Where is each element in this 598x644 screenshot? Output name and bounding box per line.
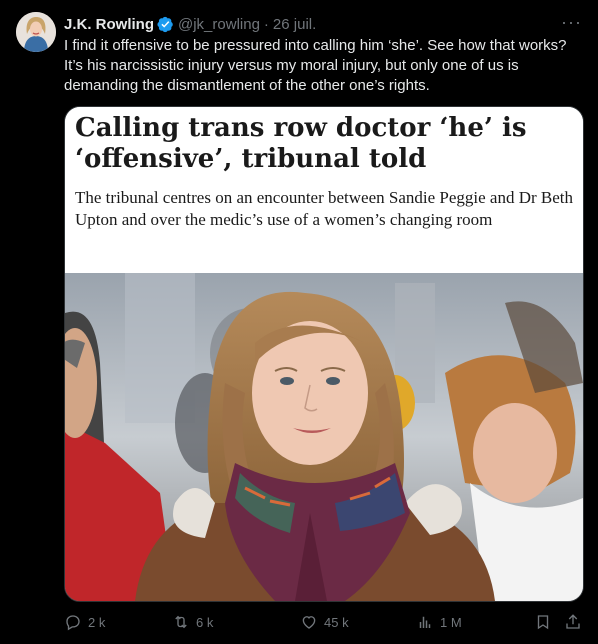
tweet-media-card[interactable]: Calling trans row doctor ‘he’ is ‘offens… (64, 106, 584, 602)
verified-badge-icon (157, 16, 174, 33)
author-handle[interactable]: @jk_rowling (178, 16, 260, 33)
more-icon[interactable]: ··· (561, 13, 582, 31)
bookmark-button[interactable] (534, 613, 558, 631)
share-button[interactable] (564, 613, 588, 631)
views-icon (419, 616, 431, 628)
author-name[interactable]: J.K. Rowling (64, 16, 154, 33)
repost-icon (175, 615, 187, 629)
tweet-date[interactable]: 26 juil. (273, 16, 316, 33)
reply-count: 2 k (88, 614, 106, 630)
article-screenshot: Calling trans row doctor ‘he’ is ‘offens… (65, 107, 583, 273)
repost-button[interactable]: 6 k (172, 613, 213, 631)
avatar[interactable] (16, 12, 56, 52)
separator-dot: · (263, 15, 269, 33)
views-count: 1 M (440, 614, 462, 630)
article-headline: Calling trans row doctor ‘he’ is ‘offens… (75, 113, 527, 174)
like-icon (302, 616, 316, 629)
tweet-text: I find it offensive to be pressured into… (64, 37, 567, 94)
tweet-header: J.K. Rowling @jk_rowling · 26 juil. ··· (64, 13, 582, 34)
like-count: 45 k (324, 614, 349, 630)
news-photo (65, 273, 583, 601)
article-standfirst: The tribunal centres on an encounter bet… (75, 188, 574, 229)
bookmark-icon (537, 615, 549, 630)
like-button[interactable]: 45 k (300, 613, 349, 631)
reply-button[interactable]: 2 k (64, 613, 105, 631)
views-button[interactable]: 1 M (416, 613, 462, 631)
tweet-actions: 2 k 6 k 45 k 1 M (64, 612, 584, 632)
repost-count: 6 k (196, 614, 214, 630)
reply-icon (66, 615, 80, 631)
share-icon (566, 614, 580, 629)
